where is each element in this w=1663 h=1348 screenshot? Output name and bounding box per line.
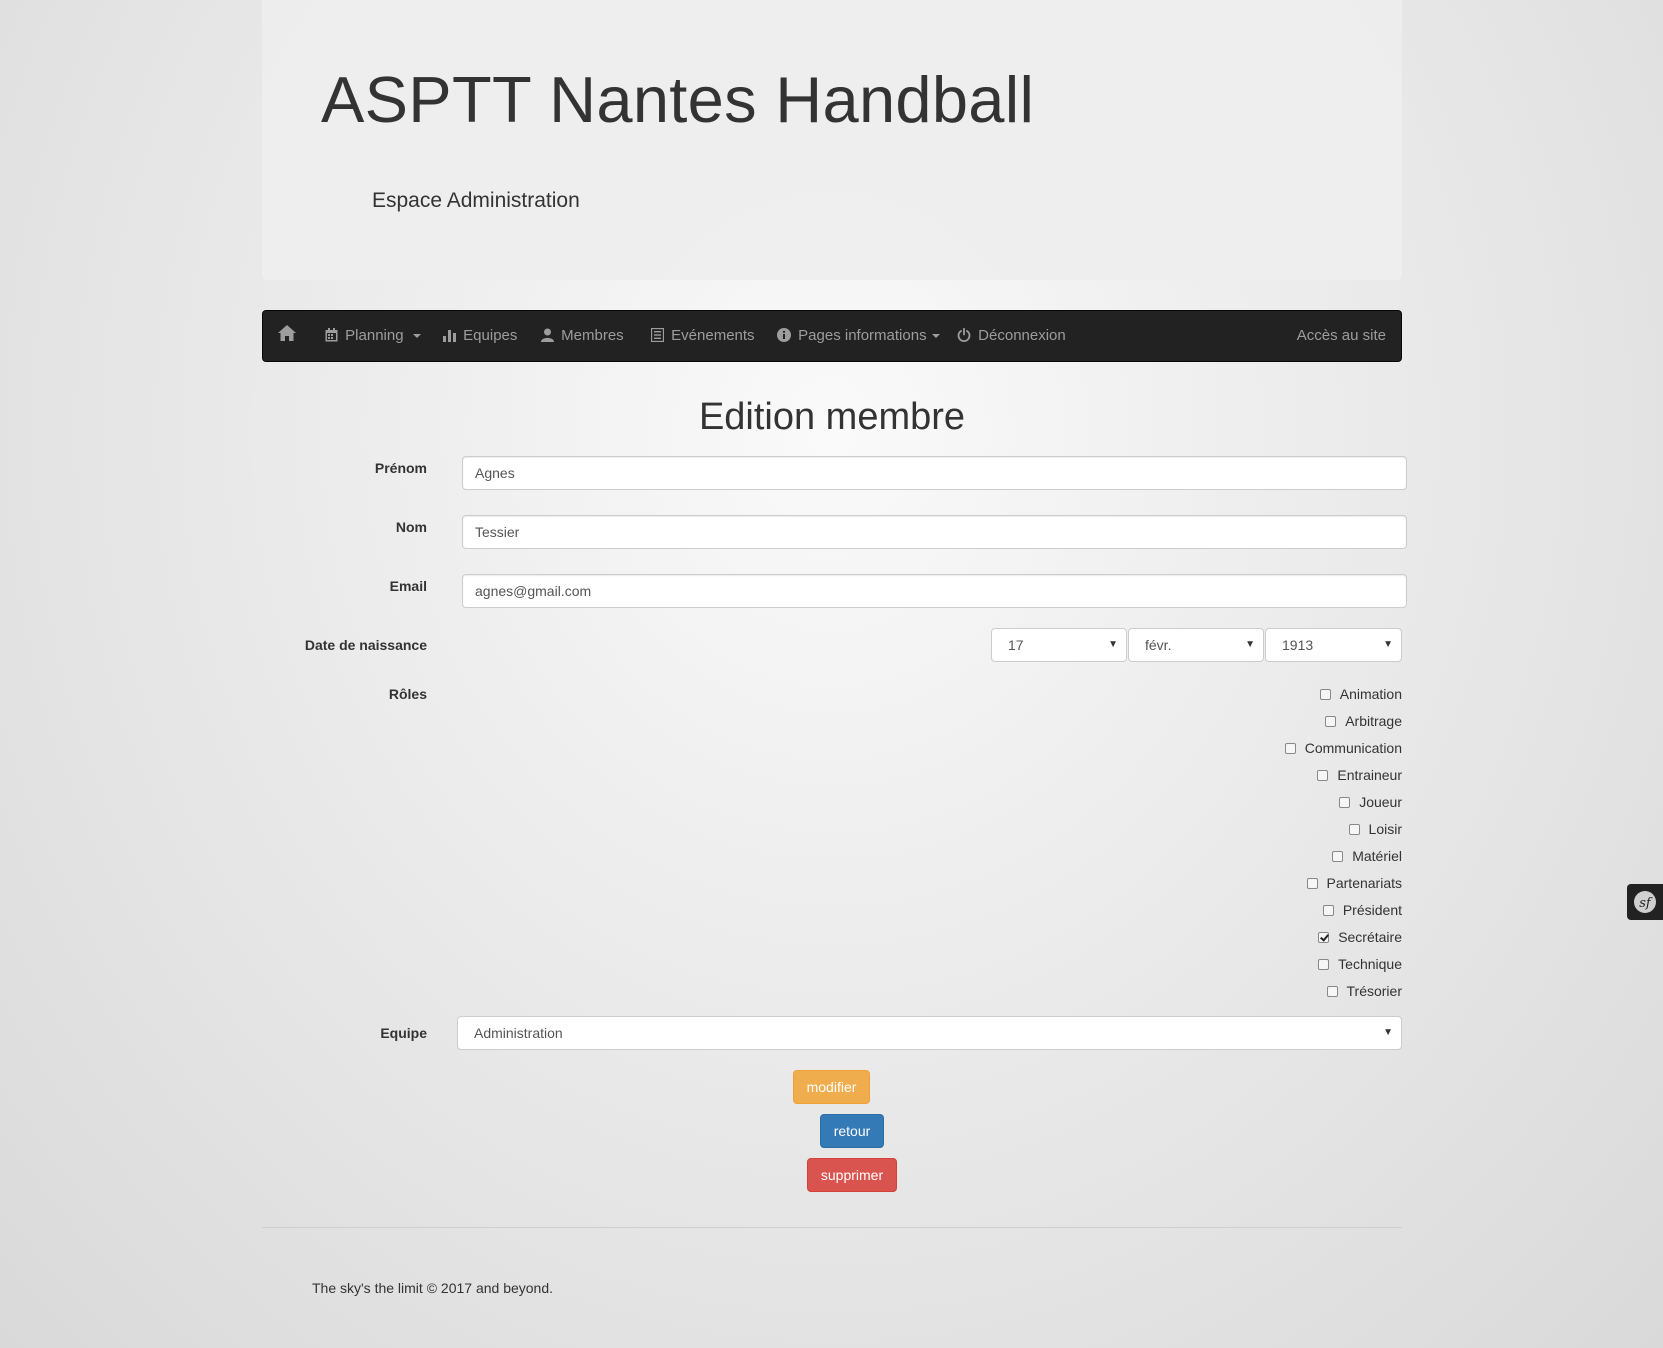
role-checkbox[interactable] — [1322, 905, 1334, 916]
role-option[interactable]: Secrétaire — [1318, 927, 1402, 947]
role-checkbox[interactable] — [1325, 716, 1337, 727]
nav-item-membres[interactable]: Membres — [541, 311, 624, 361]
role-checkbox[interactable] — [1348, 824, 1360, 835]
chevron-down-icon — [412, 334, 421, 339]
nom-input[interactable] — [462, 515, 1407, 549]
role-option[interactable]: Entraineur — [1317, 765, 1402, 785]
nom-label: Nom — [395, 519, 427, 535]
equipe-label: Equipe — [380, 1025, 427, 1041]
select-arrow-icon: ▼ — [1383, 1027, 1393, 1038]
modifier-button[interactable]: modifier — [793, 1070, 870, 1104]
footer-text: The sky's the limit © 2017 and beyond. — [312, 1280, 554, 1296]
birthdate-year-select[interactable]: 1913 ▼ — [1265, 628, 1402, 662]
nav-item-deconnexion[interactable]: Déconnexion — [957, 311, 1066, 361]
select-arrow-icon: ▼ — [1108, 639, 1118, 650]
role-checkbox[interactable] — [1332, 851, 1344, 862]
equipe-value: Administration — [474, 1025, 563, 1041]
supprimer-button[interactable]: supprimer — [807, 1158, 897, 1192]
role-label: Loisir — [1368, 821, 1402, 837]
prenom-label: Prénom — [374, 460, 427, 476]
nav-item-evenements-label: Evénements — [671, 327, 755, 344]
role-label: Arbitrage — [1345, 713, 1402, 729]
retour-button[interactable]: retour — [820, 1114, 884, 1148]
stats-icon — [443, 330, 456, 342]
site-title: ASPTT Nantes Handball — [321, 63, 1035, 136]
role-checkbox[interactable] — [1319, 689, 1331, 700]
role-checkbox[interactable] — [1306, 878, 1318, 889]
role-label: Partenariats — [1326, 875, 1402, 891]
nav-item-deconnexion-label: Déconnexion — [978, 327, 1066, 344]
chevron-down-icon — [931, 334, 940, 339]
role-label: Animation — [1339, 686, 1402, 702]
role-option[interactable]: Joueur — [1339, 792, 1402, 812]
select-arrow-icon: ▼ — [1383, 639, 1393, 650]
list-icon — [650, 327, 665, 343]
role-label: Secrétaire — [1338, 929, 1402, 945]
role-label: Président — [1342, 902, 1402, 918]
info-icon — [777, 328, 791, 342]
role-option[interactable]: Animation — [1319, 684, 1402, 704]
role-option[interactable]: Partenariats — [1306, 873, 1402, 893]
birthdate-label: Date de naissance — [304, 637, 427, 653]
role-option[interactable]: Trésorier — [1326, 981, 1403, 1001]
nav-home[interactable] — [277, 311, 300, 361]
email-input[interactable] — [462, 574, 1407, 608]
site-subtitle: Espace Administration — [372, 189, 580, 212]
role-option[interactable]: Communication — [1284, 738, 1402, 758]
role-checkbox[interactable] — [1318, 959, 1330, 970]
nav-item-evenements[interactable]: Evénements — [650, 311, 755, 361]
main-navbar: Planning Equipes Membres Evénements Page… — [262, 310, 1402, 362]
birthdate-day-select[interactable]: 17 ▼ — [991, 628, 1127, 662]
role-checkbox[interactable] — [1284, 743, 1296, 754]
header-jumbotron: ASPTT Nantes Handball Espace Administrat… — [262, 0, 1402, 280]
symfony-toolbar-toggle[interactable]: sf — [1627, 884, 1663, 920]
prenom-input[interactable] — [462, 456, 1407, 490]
birthdate-month-select[interactable]: févr. ▼ — [1128, 628, 1264, 662]
role-checkbox[interactable] — [1318, 932, 1330, 943]
nav-acces-site[interactable]: Accès au site — [1297, 311, 1386, 361]
user-icon — [541, 328, 554, 342]
role-checkbox[interactable] — [1326, 986, 1338, 997]
nav-item-planning[interactable]: Planning — [325, 311, 421, 361]
nav-item-equipes-label: Equipes — [463, 327, 518, 344]
birthdate-day-value: 17 — [1008, 637, 1024, 653]
nav-item-planning-label: Planning — [345, 327, 404, 344]
role-label: Trésorier — [1346, 983, 1403, 999]
nav-item-membres-label: Membres — [561, 327, 624, 344]
roles-label: Rôles — [388, 686, 427, 702]
birthdate-year-value: 1913 — [1282, 637, 1314, 653]
role-label: Technique — [1338, 956, 1402, 972]
calendar-icon — [325, 328, 338, 342]
nav-item-equipes[interactable]: Equipes — [443, 311, 517, 361]
role-label: Joueur — [1359, 794, 1402, 810]
role-label: Entraineur — [1337, 767, 1402, 783]
nav-item-pages-informations[interactable]: Pages informations — [777, 311, 940, 361]
page-title: Edition membre — [698, 396, 966, 438]
symfony-icon: sf — [1634, 891, 1656, 913]
power-icon — [957, 327, 971, 342]
nav-item-pages-informations-label: Pages informations — [798, 327, 927, 344]
role-option[interactable]: Arbitrage — [1325, 711, 1402, 731]
equipe-select[interactable]: Administration ▼ — [457, 1016, 1402, 1050]
role-label: Communication — [1304, 740, 1402, 756]
role-checkbox[interactable] — [1339, 797, 1351, 808]
home-icon — [278, 325, 296, 341]
role-option[interactable]: Président — [1322, 900, 1402, 920]
birthdate-month-value: févr. — [1145, 637, 1172, 653]
footer-divider — [262, 1227, 1402, 1228]
role-option[interactable]: Technique — [1318, 954, 1402, 974]
role-checkbox[interactable] — [1317, 770, 1329, 781]
role-option[interactable]: Loisir — [1348, 819, 1402, 839]
role-label: Matériel — [1352, 848, 1402, 864]
select-arrow-icon: ▼ — [1245, 639, 1255, 650]
role-option[interactable]: Matériel — [1332, 846, 1402, 866]
email-label: Email — [389, 578, 427, 594]
